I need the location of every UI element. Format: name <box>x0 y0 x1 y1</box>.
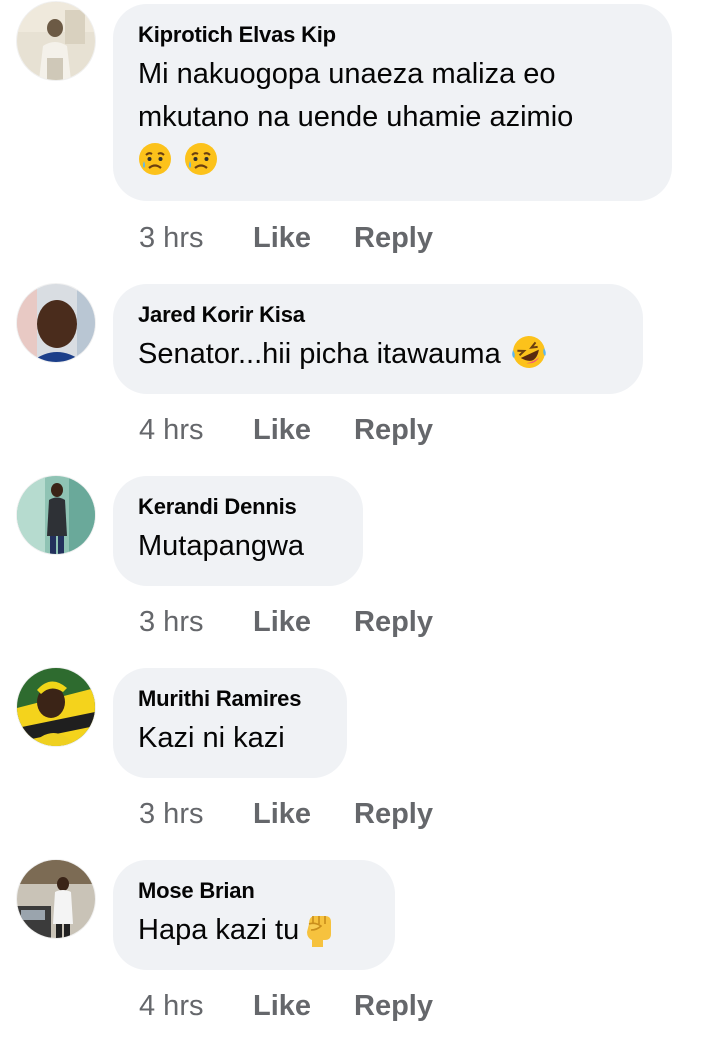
emoji-row <box>138 139 646 182</box>
like-button[interactable]: Like <box>253 220 354 256</box>
raised-fist-icon <box>307 916 332 947</box>
comment-timestamp[interactable]: 3 hrs <box>139 220 253 256</box>
comment-text-content: Senator...hii picha itawauma <box>138 338 501 370</box>
avatar[interactable] <box>17 476 95 554</box>
sad-but-relieved-face-icon <box>185 143 218 175</box>
comment-bubble[interactable]: Kiprotich Elvas Kip Mi nakuogopa unaeza … <box>113 4 672 201</box>
comment-bubble[interactable]: Jared Korir Kisa Senator...hii picha ita… <box>113 284 643 394</box>
comment-text: Mutapangwa <box>138 530 305 562</box>
sad-but-relieved-face-icon <box>139 143 171 175</box>
like-button[interactable]: Like <box>253 604 354 640</box>
comment-text: Kazi ni kazi <box>138 722 285 754</box>
comment-author[interactable]: Jared Korir Kisa <box>138 301 617 329</box>
avatar[interactable] <box>17 668 95 746</box>
comment-author[interactable]: Kiprotich Elvas Kip <box>138 21 646 49</box>
comment-text-content: Hapa kazi tu <box>138 914 300 946</box>
comment-bubble[interactable]: Murithi Ramires Kazi ni kazi <box>113 668 347 778</box>
like-button[interactable]: Like <box>253 796 354 832</box>
reply-button[interactable]: Reply <box>354 220 433 256</box>
comment-timestamp[interactable]: 3 hrs <box>139 796 253 832</box>
comment-bubble[interactable]: Mose Brian Hapa kazi tu <box>113 860 395 970</box>
comment-text-line: Mi nakuogopa unaeza maliza eo <box>138 58 556 90</box>
like-button[interactable]: Like <box>253 988 354 1024</box>
reply-button[interactable]: Reply <box>354 988 433 1024</box>
comment-actions: 4 hrs Like Reply <box>139 412 433 448</box>
avatar[interactable] <box>17 2 95 80</box>
comment-timestamp[interactable]: 4 hrs <box>139 988 253 1024</box>
avatar[interactable] <box>17 284 95 362</box>
comment-text: Mi nakuogopa unaeza maliza eo mkutano na… <box>138 53 646 182</box>
comment-actions: 3 hrs Like Reply <box>139 220 433 256</box>
comment-text: Senator...hii picha itawauma <box>138 333 617 376</box>
reply-button[interactable]: Reply <box>354 412 433 448</box>
comment-author[interactable]: Kerandi Dennis <box>138 493 337 521</box>
comment-timestamp[interactable]: 3 hrs <box>139 604 253 640</box>
comment-actions: 3 hrs Like Reply <box>139 796 433 832</box>
comment-actions: 3 hrs Like Reply <box>139 604 433 640</box>
comment-timestamp[interactable]: 4 hrs <box>139 412 253 448</box>
comment-text: Hapa kazi tu <box>138 909 369 952</box>
rolling-on-the-floor-laughing-icon <box>511 336 546 368</box>
comment-text-line: mkutano na uende uhamie azimio <box>138 101 574 133</box>
comment-author[interactable]: Murithi Ramires <box>138 685 321 713</box>
comment-bubble[interactable]: Kerandi Dennis Mutapangwa <box>113 476 363 586</box>
comment-author[interactable]: Mose Brian <box>138 877 369 905</box>
comment-actions: 4 hrs Like Reply <box>139 988 433 1024</box>
reply-button[interactable]: Reply <box>354 604 433 640</box>
like-button[interactable]: Like <box>253 412 354 448</box>
reply-button[interactable]: Reply <box>354 796 433 832</box>
avatar[interactable] <box>17 860 95 938</box>
